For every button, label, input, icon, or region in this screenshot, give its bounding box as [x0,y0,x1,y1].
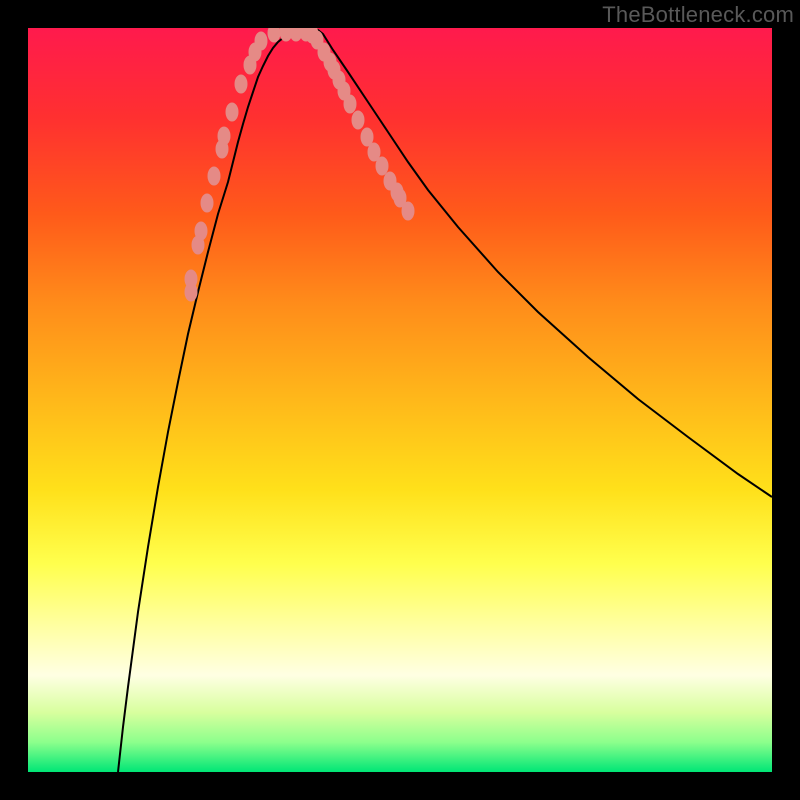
curve-marker-dot [226,103,239,122]
curve-marker-dot [352,111,365,130]
watermark-text: TheBottleneck.com [602,2,794,28]
curve-marker-dot [235,75,248,94]
curve-marker-dot [201,194,214,213]
curve-marker-dot [255,32,268,51]
chart-frame: TheBottleneck.com [0,0,800,800]
curve-layer [28,28,772,772]
curve-marker-dot [208,167,221,186]
curve-marker-dot [185,270,198,289]
curve-marker-dot [402,202,415,221]
curve-markers [185,28,415,302]
curve-marker-dot [376,157,389,176]
curve-marker-dot [195,222,208,241]
curve-marker-dot [218,127,231,146]
plot-area [28,28,772,772]
curve-marker-dot [344,95,357,114]
bottleneck-curve [118,28,772,772]
